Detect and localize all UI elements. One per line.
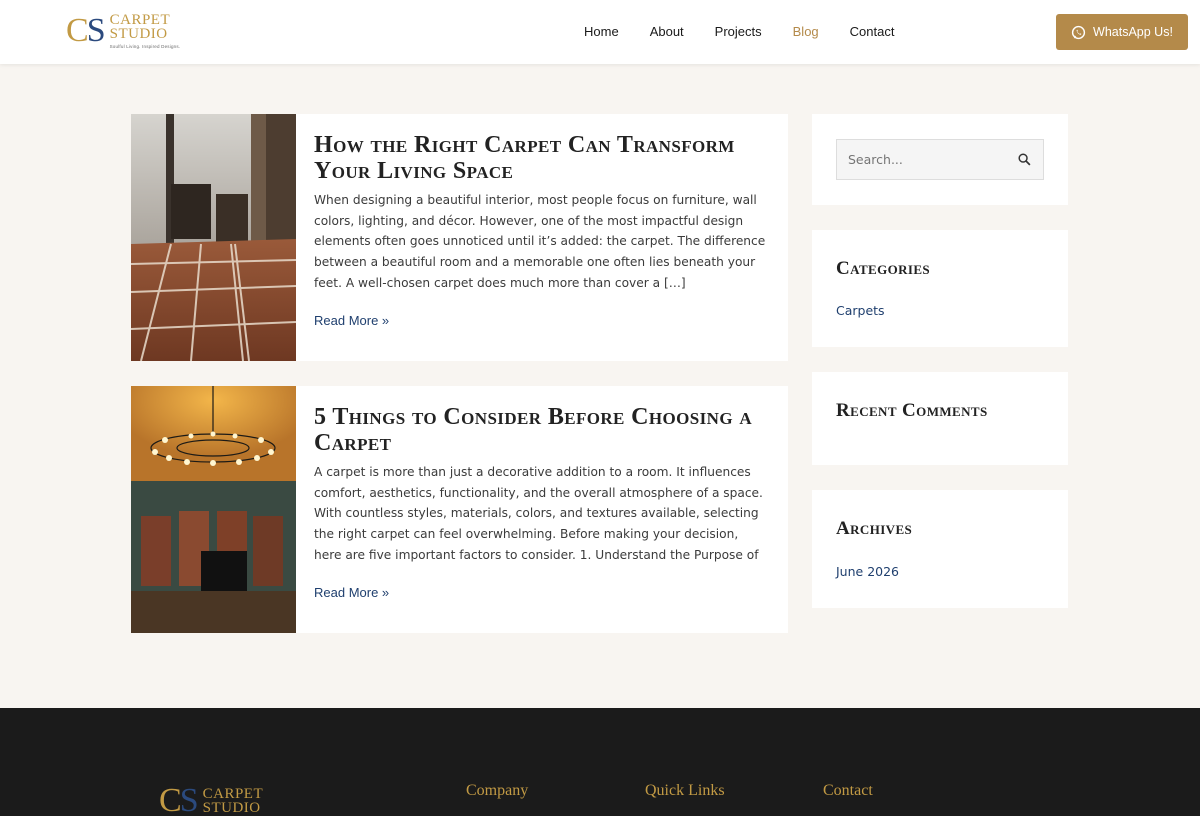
search-form <box>836 139 1044 180</box>
nav-projects[interactable]: Projects <box>715 24 762 40</box>
logo-wordmark: CARPET STUDIO <box>202 785 264 816</box>
post-title[interactable]: 5 Things to Consider Before Choosing a C… <box>314 404 766 456</box>
archive-link[interactable]: June 2026 <box>836 564 899 579</box>
recent-comments-title: Recent Comments <box>836 400 988 421</box>
search-icon[interactable] <box>1018 153 1031 166</box>
whatsapp-button[interactable]: WhatsApp Us! <box>1056 14 1188 50</box>
search-input[interactable] <box>837 140 1007 179</box>
nav-home[interactable]: Home <box>584 24 619 40</box>
post-excerpt: A carpet is more than just a decorative … <box>314 465 763 562</box>
post-content: 5 Things to Consider Before Choosing a C… <box>314 404 766 600</box>
post-card: How the Right Carpet Can Transform Your … <box>131 114 788 361</box>
recent-comments-widget: Recent Comments <box>812 372 1068 465</box>
categories-title: Categories <box>836 258 931 279</box>
post-thumbnail[interactable] <box>131 114 296 361</box>
category-link[interactable]: Carpets <box>836 303 885 318</box>
site-footer: CS CARPET STUDIO Company Quick Links Con… <box>0 708 1200 816</box>
nav-blog[interactable]: Blog <box>793 24 819 40</box>
search-widget <box>812 114 1068 205</box>
archives-title: Archives <box>836 518 913 539</box>
footer-logo[interactable]: CS CARPET STUDIO <box>159 784 263 816</box>
whatsapp-icon <box>1071 25 1086 39</box>
categories-widget: Categories Carpets <box>812 230 1068 347</box>
nav-contact[interactable]: Contact <box>850 24 895 40</box>
post-excerpt: When designing a beautiful interior, mos… <box>314 193 766 290</box>
logo-monogram: CS <box>159 782 199 816</box>
logo-wordmark: CARPET STUDIO Soulful Living. Inspired D… <box>109 12 181 49</box>
footer-heading-quick-links: Quick Links <box>645 782 725 799</box>
archives-widget: Archives June 2026 <box>812 490 1068 608</box>
logo-tagline: Soulful Living. Inspired Designs. <box>109 43 181 49</box>
main-nav: Home About Projects Blog Contact <box>584 24 925 40</box>
whatsapp-label: WhatsApp Us! <box>1093 25 1173 39</box>
logo-monogram: CS <box>66 11 106 49</box>
read-more-link[interactable]: Read More » <box>314 313 766 328</box>
footer-heading-contact: Contact <box>823 782 873 799</box>
post-thumbnail[interactable] <box>131 386 296 633</box>
post-content: How the Right Carpet Can Transform Your … <box>314 132 766 328</box>
nav-about[interactable]: About <box>650 24 684 40</box>
post-title[interactable]: How the Right Carpet Can Transform Your … <box>314 132 766 184</box>
read-more-link[interactable]: Read More » <box>314 585 766 600</box>
site-header: CS CARPET STUDIO Soulful Living. Inspire… <box>0 0 1200 64</box>
post-card: 5 Things to Consider Before Choosing a C… <box>131 386 788 633</box>
site-logo[interactable]: CS CARPET STUDIO Soulful Living. Inspire… <box>66 11 181 49</box>
footer-heading-company: Company <box>466 782 529 799</box>
